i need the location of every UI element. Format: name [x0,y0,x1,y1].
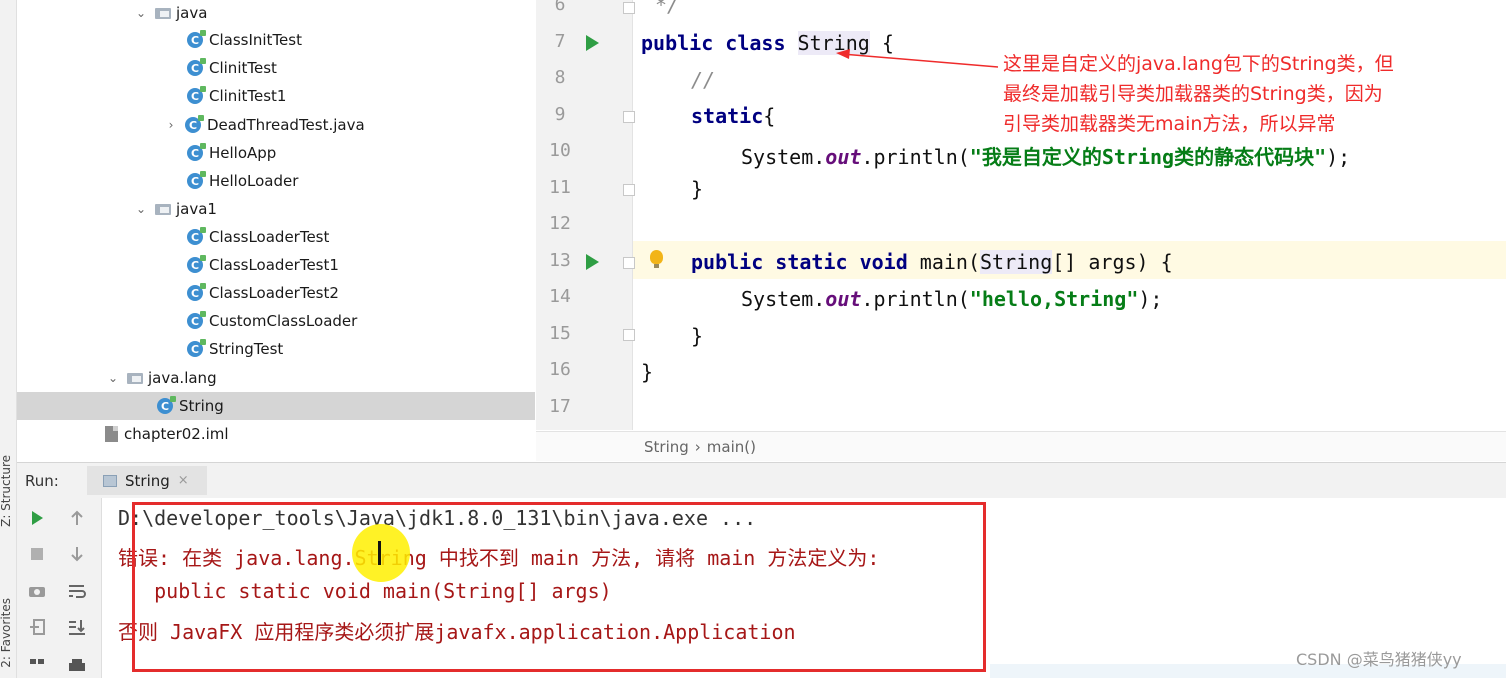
run-panel-header: Run: String × [17,462,1506,499]
scroll-to-end-icon[interactable] [66,616,88,638]
annotation-red-box [132,502,986,672]
run-tab-string[interactable]: String × [87,466,207,495]
up-arrow-icon[interactable] [66,507,88,529]
console-tab-icon [103,474,117,487]
rerun-button[interactable] [26,507,48,529]
annotation-line: 引导类加载器类无main方法，所以异常 [1003,113,1336,135]
annotation-note: 这里是自定义的java.lang包下的String类，但 最终是加载引导类加载器… [1003,49,1503,139]
print-icon[interactable] [66,654,88,676]
layout-icon[interactable] [26,654,48,676]
csdn-watermark: CSDN @菜鸟猪猪侠yy [1296,650,1462,669]
down-arrow-icon[interactable] [66,543,88,565]
stop-button[interactable] [26,543,48,565]
close-icon[interactable]: × [178,473,189,488]
run-toolbar [17,498,102,678]
annotation-line: 这里是自定义的java.lang包下的String类，但 [1003,53,1394,75]
run-label: Run: [25,472,59,490]
camera-icon[interactable] [26,580,48,602]
annotation-line: 最终是加载引导类加载器类的String类，因为 [1003,83,1383,105]
soft-wrap-icon[interactable] [66,580,88,602]
run-tab-label: String [125,471,170,490]
login-icon[interactable] [26,616,48,638]
